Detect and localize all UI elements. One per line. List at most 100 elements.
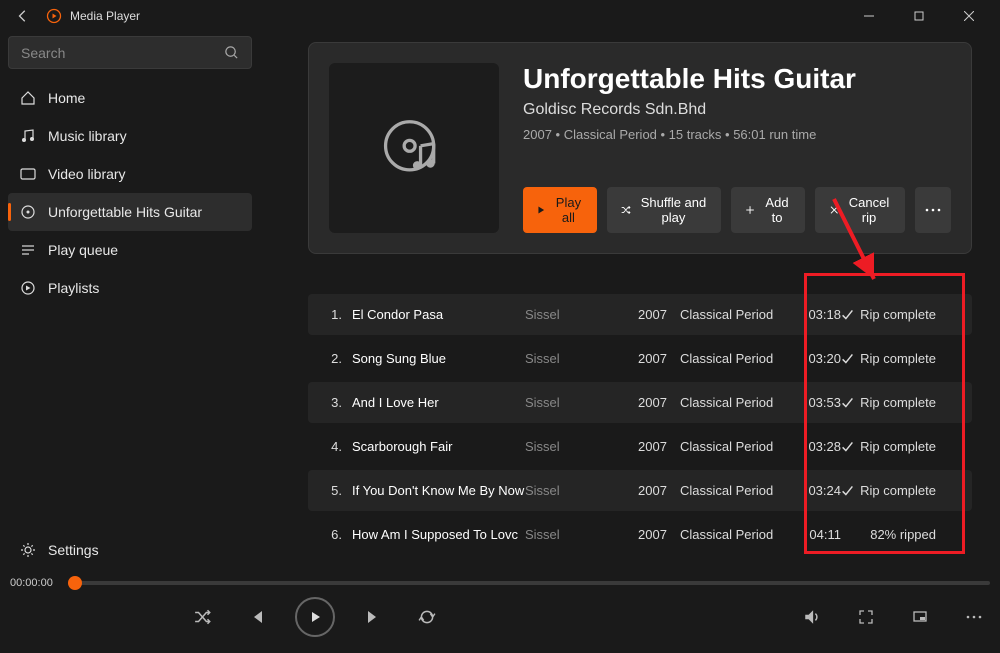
add-to-button[interactable]: Add to <box>731 187 804 233</box>
play-button[interactable] <box>295 597 335 637</box>
track-row[interactable]: 6.How Am I Supposed To LovcSissel2007Cla… <box>308 514 972 555</box>
track-row[interactable]: 1.El Condor PasaSissel2007Classical Peri… <box>308 294 972 335</box>
sidebar: Home Music library Video library Unforge… <box>0 32 260 573</box>
bottom-player: 00:00:00 <box>0 573 1000 653</box>
nav-home[interactable]: Home <box>8 79 252 117</box>
button-label: Play all <box>554 195 584 225</box>
track-duration: 03:28 <box>795 439 841 454</box>
home-icon <box>20 90 36 106</box>
queue-icon <box>20 242 36 258</box>
track-year: 2007 <box>638 351 680 366</box>
track-status: 82% ripped <box>841 527 936 542</box>
miniplayer-button[interactable] <box>904 601 936 633</box>
track-number: 4. <box>316 439 352 454</box>
track-genre: Classical Period <box>680 483 795 498</box>
track-title: Scarborough Fair <box>352 439 525 454</box>
nav-playlists[interactable]: Playlists <box>8 269 252 307</box>
track-row[interactable]: 5.If You Don't Know Me By NowSissel2007C… <box>308 470 972 511</box>
search-input[interactable] <box>21 45 224 61</box>
music-icon <box>20 128 36 144</box>
search-icon <box>224 45 239 60</box>
more-player-button[interactable] <box>958 601 990 633</box>
cd-note-icon <box>379 113 449 183</box>
album-title: Unforgettable Hits Guitar <box>523 63 951 95</box>
nav-settings[interactable]: Settings <box>8 531 252 569</box>
track-genre: Classical Period <box>680 351 795 366</box>
album-art <box>329 63 499 233</box>
check-icon <box>841 352 854 365</box>
track-number: 2. <box>316 351 352 366</box>
track-title: And I Love Her <box>352 395 525 410</box>
track-duration: 03:20 <box>795 351 841 366</box>
nav-queue[interactable]: Play queue <box>8 231 252 269</box>
nav-label: Settings <box>48 542 99 558</box>
track-artist: Sissel <box>525 351 638 366</box>
track-status: Rip complete <box>841 307 936 322</box>
seekbar[interactable] <box>68 581 990 585</box>
titlebar: Media Player <box>0 0 1000 32</box>
fullscreen-button[interactable] <box>850 601 882 633</box>
track-title: How Am I Supposed To Lovc <box>352 527 525 542</box>
track-year: 2007 <box>638 307 680 322</box>
button-label: Add to <box>763 195 790 225</box>
track-status: Rip complete <box>841 483 936 498</box>
repeat-toggle[interactable] <box>411 601 443 633</box>
volume-button[interactable] <box>796 601 828 633</box>
track-row[interactable]: 2.Song Sung BlueSissel2007Classical Peri… <box>308 338 972 379</box>
track-number: 6. <box>316 527 352 542</box>
nav-label: Music library <box>48 128 127 144</box>
track-status: Rip complete <box>841 439 936 454</box>
nav-current-album[interactable]: Unforgettable Hits Guitar <box>8 193 252 231</box>
close-button[interactable] <box>946 1 992 31</box>
nav-label: Play queue <box>48 242 118 258</box>
track-row[interactable]: 4.Scarborough FairSissel2007Classical Pe… <box>308 426 972 467</box>
minimize-button[interactable] <box>846 1 892 31</box>
track-artist: Sissel <box>525 307 638 322</box>
track-duration: 04:11 <box>795 527 841 542</box>
nav-video[interactable]: Video library <box>8 155 252 193</box>
track-number: 1. <box>316 307 352 322</box>
track-title: El Condor Pasa <box>352 307 525 322</box>
track-year: 2007 <box>638 439 680 454</box>
play-all-button[interactable]: Play all <box>523 187 597 233</box>
track-genre: Classical Period <box>680 439 795 454</box>
more-button[interactable] <box>915 187 951 233</box>
track-year: 2007 <box>638 483 680 498</box>
nav-label: Home <box>48 90 85 106</box>
next-button[interactable] <box>357 601 389 633</box>
track-number: 5. <box>316 483 352 498</box>
cancel-rip-button[interactable]: Cancel rip <box>815 187 905 233</box>
track-title: Song Sung Blue <box>352 351 525 366</box>
track-row[interactable]: 3.And I Love HerSissel2007Classical Peri… <box>308 382 972 423</box>
app-title: Media Player <box>70 9 140 23</box>
track-artist: Sissel <box>525 439 638 454</box>
nav-label: Unforgettable Hits Guitar <box>48 204 202 220</box>
track-genre: Classical Period <box>680 395 795 410</box>
time-elapsed: 00:00:00 <box>10 577 58 589</box>
more-icon <box>925 208 941 212</box>
back-button[interactable] <box>8 1 38 31</box>
gear-icon <box>20 542 36 558</box>
album-artist: Goldisc Records Sdn.Bhd <box>523 101 951 119</box>
seek-thumb[interactable] <box>68 576 82 590</box>
tracklist: 1.El Condor PasaSissel2007Classical Peri… <box>308 294 972 555</box>
track-artist: Sissel <box>525 395 638 410</box>
previous-button[interactable] <box>241 601 273 633</box>
check-icon <box>841 440 854 453</box>
nav-music[interactable]: Music library <box>8 117 252 155</box>
close-icon <box>829 203 840 217</box>
search-box[interactable] <box>8 36 252 69</box>
shuffle-icon <box>621 203 631 217</box>
nav-label: Video library <box>48 166 126 182</box>
track-number: 3. <box>316 395 352 410</box>
check-icon <box>841 484 854 497</box>
video-icon <box>20 166 36 182</box>
plus-icon <box>745 203 755 217</box>
maximize-button[interactable] <box>896 1 942 31</box>
track-duration: 03:24 <box>795 483 841 498</box>
shuffle-button[interactable]: Shuffle and play <box>607 187 721 233</box>
track-artist: Sissel <box>525 527 638 542</box>
shuffle-toggle[interactable] <box>187 601 219 633</box>
track-status: Rip complete <box>841 351 936 366</box>
album-meta: 2007 • Classical Period • 15 tracks • 56… <box>523 127 951 142</box>
